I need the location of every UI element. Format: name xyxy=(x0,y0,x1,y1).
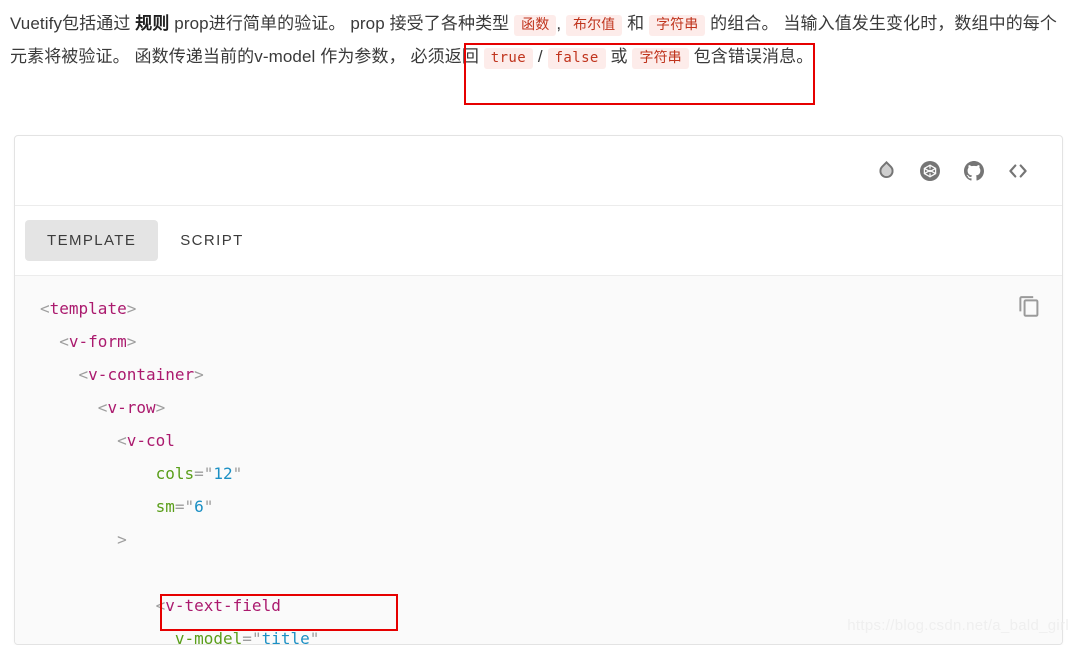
watermark: https://blog.csdn.net/a_bald_girl xyxy=(847,617,1069,634)
code-token-punct: > xyxy=(194,365,204,384)
code-token-punct: > xyxy=(126,332,137,351)
code-chip-boolean: 布尔值 xyxy=(565,15,623,36)
code-token-quote: " xyxy=(203,497,214,516)
code-token-punct: < xyxy=(59,332,69,351)
code-token-quote: " xyxy=(203,464,214,483)
code-token-punct: > xyxy=(117,530,127,549)
code-chip-false: false xyxy=(547,48,606,69)
code-token-punct: < xyxy=(155,596,166,615)
example-card: TEMPLATE SCRIPT <template> <v-form> <v-c… xyxy=(14,135,1063,645)
code-token-tag: v-row xyxy=(107,398,156,417)
paragraph-seg-6: 必须返回 xyxy=(405,47,484,66)
code-chip-function: 函数 xyxy=(514,15,557,36)
paragraph-seg-2: prop进行简单的验证。 prop 接受了各种类型 xyxy=(169,14,515,33)
code-chip-true: true xyxy=(483,48,534,69)
code-token-quote: " xyxy=(232,464,243,483)
paragraph-bold-rules: 规则 xyxy=(135,14,170,33)
code-token-val: 12 xyxy=(213,464,233,483)
code-token-punct: > xyxy=(126,299,137,318)
tab-template[interactable]: TEMPLATE xyxy=(25,220,159,261)
code-token-val: title xyxy=(261,629,310,644)
code-token-tag: v-col xyxy=(126,431,175,450)
code-token-tag: v-text-field xyxy=(165,596,281,615)
paragraph-seg-9: 包含错误消息。 xyxy=(688,47,814,66)
paragraph-seg-7: / xyxy=(533,47,548,66)
code-token-attr: sm xyxy=(155,497,175,516)
code-token-punct: > xyxy=(155,398,166,417)
paragraph-seg-8: 或 xyxy=(605,47,633,66)
code-token-attr: cols xyxy=(155,464,195,483)
code-token-punct: = xyxy=(242,629,252,644)
code-token-punct: < xyxy=(78,365,89,384)
code-token-quote: " xyxy=(251,629,262,644)
code-chip-string-2: 字符串 xyxy=(632,48,689,69)
code-token-punct: < xyxy=(97,398,108,417)
code-token-val: 6 xyxy=(194,497,204,516)
intro-paragraph: Vuetify包括通过 规则 prop进行简单的验证。 prop 接受了各种类型… xyxy=(10,8,1068,74)
code-content: <template> <v-form> <v-container> <v-row… xyxy=(40,299,560,644)
code-panel: <template> <v-form> <v-container> <v-row… xyxy=(15,276,1062,644)
codepen-icon[interactable] xyxy=(908,149,952,193)
invert-colors-icon[interactable] xyxy=(864,149,908,193)
github-icon[interactable] xyxy=(952,149,996,193)
code-token-quote: " xyxy=(184,497,195,516)
code-token-tag: v-container xyxy=(88,365,195,384)
code-chip-string: 字符串 xyxy=(649,15,706,36)
tab-script[interactable]: SCRIPT xyxy=(158,220,265,261)
paragraph-highlighted-phrase: 函数传递当前的v-model 作为参数， xyxy=(134,47,406,66)
code-token-punct: = xyxy=(194,464,204,483)
code-token-punct: < xyxy=(40,299,50,318)
paragraph-seg-3: , xyxy=(556,14,566,33)
code-token-punct: < xyxy=(117,431,127,450)
copy-icon[interactable] xyxy=(1015,292,1043,320)
paragraph-seg-4: 和 xyxy=(622,14,650,33)
paragraph-seg-1: Vuetify包括通过 xyxy=(10,14,136,33)
code-token-quote: " xyxy=(309,629,320,644)
code-token-tag: v-form xyxy=(68,332,127,351)
code-token-punct: = xyxy=(174,497,185,516)
code-token-tag: template xyxy=(49,299,127,318)
code-block[interactable]: <template> <v-form> <v-container> <v-row… xyxy=(15,276,1062,644)
code-token-attr: v-model xyxy=(174,629,243,644)
card-tab-bar: TEMPLATE SCRIPT xyxy=(15,206,1062,276)
code-brackets-icon[interactable] xyxy=(996,149,1040,193)
card-toolbar xyxy=(15,136,1062,206)
